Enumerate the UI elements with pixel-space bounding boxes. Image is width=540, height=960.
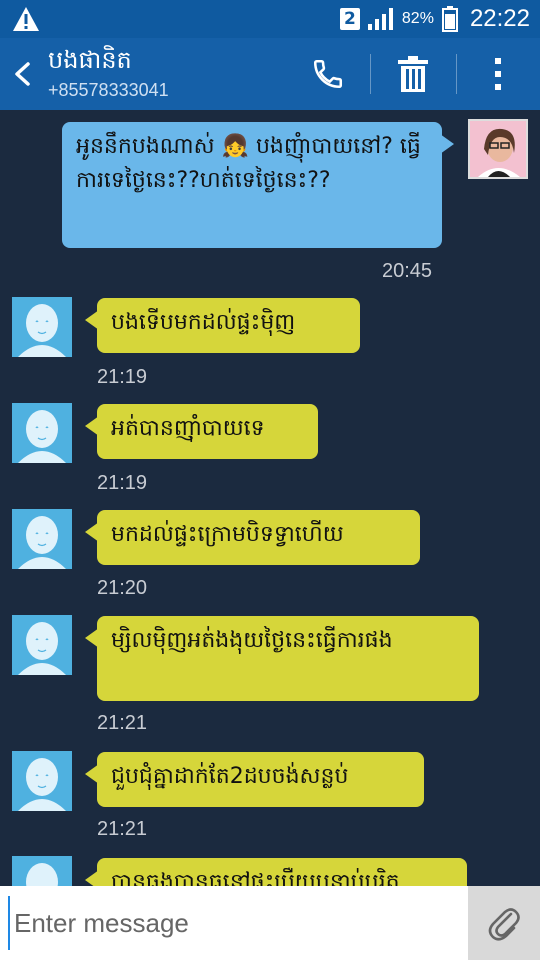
battery-percent: 82% <box>401 10 434 27</box>
phone-icon <box>313 59 343 89</box>
message-time: 21:19 <box>97 366 148 388</box>
compose-bar <box>0 886 540 960</box>
contact-avatar[interactable] <box>12 856 72 886</box>
my-avatar[interactable] <box>468 119 528 179</box>
incoming-message-bubble[interactable]: មកដល់ផ្ទះក្រោមបិទទ្វាហើយ <box>85 510 420 565</box>
message-time: 21:19 <box>97 472 148 494</box>
contact-avatar[interactable] <box>12 751 72 811</box>
warning-icon <box>13 7 39 31</box>
conversation-header: បងផានិត +85578333041 <box>0 38 540 110</box>
status-clock: 22:22 <box>469 5 530 32</box>
incoming-message-bubble[interactable]: ម្សិលម៉ិញអត់ងងុយថ្ងៃនេះធ្វើការផង <box>85 616 479 701</box>
sim-slot-badge: 2 <box>339 8 360 30</box>
default-person-icon <box>18 516 66 569</box>
paperclip-icon <box>488 908 520 941</box>
attach-button[interactable] <box>468 886 540 960</box>
message-text: ជួបជុំគ្នាដាក់តែ2ដបចង់សន្លប់ <box>111 764 349 789</box>
status-bar: 2 82% 22:22 <box>0 0 540 38</box>
default-person-icon <box>26 863 58 886</box>
signal-icon <box>367 8 393 30</box>
message-time: 21:21 <box>97 818 148 840</box>
message-text: អូននឹកបងណាស់ 👧 បងញុំាបាយនៅ? ធ្វើការទេថ្ង… <box>76 134 421 193</box>
call-button[interactable] <box>304 50 352 98</box>
default-person-icon <box>18 410 66 463</box>
message-time: 21:20 <box>97 577 148 599</box>
contact-avatar[interactable] <box>12 509 72 569</box>
message-text: មកដល់ផ្ទះក្រោមបិទទ្វាហើយ <box>111 522 344 547</box>
contact-name: បងផានិត <box>48 46 132 74</box>
contact-number: +85578333041 <box>48 80 169 100</box>
message-list[interactable]: អូននឹកបងណាស់ 👧 បងញុំាបាយនៅ? ធ្វើការទេថ្ង… <box>0 110 540 886</box>
more-options-button[interactable] <box>474 50 522 98</box>
message-text: បងទើបមកដល់ផ្ទះម៉ិញ <box>111 310 296 335</box>
default-person-icon <box>18 622 66 675</box>
header-divider <box>456 54 457 94</box>
incoming-message-bubble[interactable]: បងទើបមកដល់ផ្ទះម៉ិញ <box>85 298 360 353</box>
profile-photo-icon <box>470 121 526 177</box>
battery-icon <box>441 6 458 32</box>
contact-avatar[interactable] <box>12 297 72 357</box>
delete-button[interactable] <box>389 50 437 98</box>
message-input[interactable] <box>8 896 458 950</box>
default-person-icon <box>18 304 66 357</box>
incoming-message-bubble[interactable]: ជួបជុំគ្នាដាក់តែ2ដបចង់សន្លប់ <box>85 752 424 807</box>
message-text: អត់បានញ៉ាំបាយទេ <box>111 416 265 441</box>
message-time: 20:45 <box>382 260 433 282</box>
header-divider <box>370 54 371 94</box>
overflow-menu-icon <box>495 58 501 90</box>
message-time: 21:21 <box>97 712 148 734</box>
contact-avatar[interactable] <box>12 403 72 463</box>
outgoing-message-bubble[interactable]: អូននឹកបងណាស់ 👧 បងញុំាបាយនៅ? ធ្វើការទេថ្ង… <box>62 122 454 248</box>
message-text: បានធ្វងបានធ្វនៅផ្ទះប្រឺយបន្ទាប់បរិត <box>111 870 400 886</box>
default-person-icon <box>18 758 66 811</box>
back-arrow-icon[interactable] <box>8 54 38 94</box>
incoming-message-bubble[interactable]: បានធ្វងបានធ្វនៅផ្ទះប្រឺយបន្ទាប់បរិត <box>85 858 467 886</box>
message-text: ម្សិលម៉ិញអត់ងងុយថ្ងៃនេះធ្វើការផង <box>111 628 393 653</box>
incoming-message-bubble[interactable]: អត់បានញ៉ាំបាយទេ <box>85 404 318 459</box>
contact-avatar[interactable] <box>12 615 72 675</box>
trash-icon <box>398 56 428 92</box>
